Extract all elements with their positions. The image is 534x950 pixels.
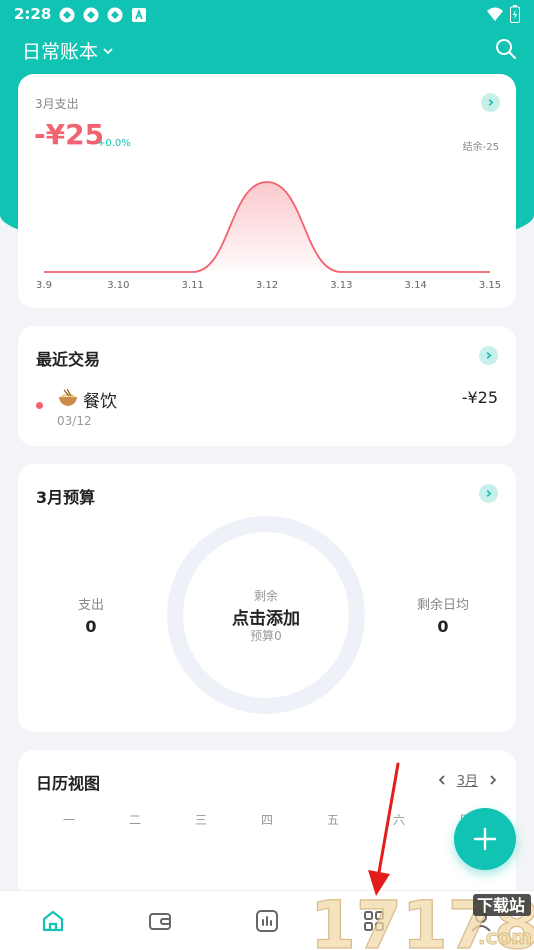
expense-dot bbox=[36, 402, 43, 409]
add-record-button[interactable] bbox=[454, 808, 516, 870]
budget-daily: 剩余日均 0 bbox=[388, 594, 498, 636]
weekday-header: 一 二 三 四 五 六 日 bbox=[36, 811, 516, 828]
app-notification-icon bbox=[59, 7, 75, 23]
wallet-icon bbox=[149, 912, 172, 930]
app-header: 日常账本 bbox=[0, 34, 534, 66]
svg-text:.com: .com bbox=[478, 925, 532, 949]
weekday-label: 二 bbox=[128, 813, 141, 827]
budget-spent-label: 支出 bbox=[77, 598, 104, 613]
weekday-label: 五 bbox=[326, 813, 339, 827]
x-tick-label: 3.9 bbox=[36, 280, 52, 291]
spending-area bbox=[44, 182, 490, 272]
budget-spent-value: 0 bbox=[85, 617, 97, 636]
system-icons bbox=[486, 5, 520, 23]
app-notification-icon bbox=[83, 7, 99, 23]
monthly-budget-card: 3月预算 支出 0 剩余 点击添加 预算0 剩余日均 0 bbox=[18, 464, 516, 732]
budget-remaining-label: 剩余 bbox=[253, 589, 278, 603]
weekday-label: 四 bbox=[260, 813, 273, 827]
x-tick-label: 3.13 bbox=[330, 280, 352, 291]
budget-title: 3月预算 bbox=[36, 488, 96, 507]
svg-text:下载站: 下载站 bbox=[477, 896, 525, 915]
budget-detail-button[interactable] bbox=[479, 484, 498, 503]
chevron-right-icon[interactable] bbox=[488, 774, 498, 786]
x-tick-label: 3.15 bbox=[479, 280, 501, 291]
noodle-bowl-icon bbox=[59, 388, 77, 406]
search-icon[interactable] bbox=[494, 37, 518, 61]
ledger-title: 日常账本 bbox=[22, 41, 99, 63]
calendar-month[interactable]: 3月 bbox=[457, 770, 478, 789]
app-notification-icon bbox=[107, 7, 123, 23]
notification-icons bbox=[58, 6, 148, 24]
x-tick-label: 3.11 bbox=[182, 280, 204, 291]
transaction-category: 餐饮 bbox=[83, 392, 117, 412]
calendar-title: 日历视图 bbox=[36, 774, 101, 793]
a-notification-icon bbox=[132, 8, 146, 22]
battery-icon bbox=[510, 5, 520, 23]
x-tick-label: 3.14 bbox=[405, 280, 427, 291]
budget-spent: 支出 0 bbox=[36, 594, 146, 636]
status-bar: 2:28 bbox=[0, 0, 534, 30]
monthly-spending-card[interactable]: 3月支出 -¥25 +0.0% 结余-25 3.9 3.10 3.11 3.12 3.1… bbox=[18, 74, 516, 308]
annotation-arrow bbox=[368, 762, 400, 896]
plus-icon bbox=[473, 827, 497, 851]
chevron-right-icon bbox=[486, 490, 492, 497]
recent-title: 最近交易 bbox=[36, 350, 101, 369]
x-tick-label: 3.12 bbox=[256, 280, 278, 291]
recent-transactions-card: 最近交易 餐饮 03/12 -¥25 bbox=[18, 326, 516, 446]
transaction-amount: -¥25 bbox=[461, 388, 498, 407]
nav-stats[interactable] bbox=[214, 891, 321, 950]
budget-daily-value: 0 bbox=[437, 617, 449, 636]
status-time: 2:28 bbox=[14, 5, 52, 23]
budget-amount: 预算0 bbox=[250, 629, 282, 643]
chevron-down-icon bbox=[103, 47, 113, 54]
chevron-left-icon[interactable] bbox=[437, 774, 447, 786]
wifi-icon bbox=[487, 7, 503, 21]
recent-more-button[interactable] bbox=[479, 346, 498, 365]
ledger-selector[interactable]: 日常账本 bbox=[22, 37, 114, 64]
calendar-month-nav: 3月 bbox=[437, 770, 498, 789]
home-icon bbox=[43, 910, 64, 931]
weekday-label: 一 bbox=[62, 813, 75, 827]
weekday-label: 三 bbox=[194, 813, 207, 827]
site-watermark-logo: 17178 下载站 .com bbox=[310, 886, 534, 950]
nav-wallet[interactable] bbox=[107, 891, 214, 950]
transaction-date: 03/12 bbox=[57, 414, 92, 428]
budget-daily-label: 剩余日均 bbox=[416, 598, 469, 613]
chart-icon bbox=[255, 909, 278, 932]
nav-home[interactable] bbox=[0, 891, 107, 950]
x-tick-label: 3.10 bbox=[107, 280, 129, 291]
add-budget-button[interactable]: 点击添加 bbox=[167, 604, 365, 629]
chevron-right-icon bbox=[486, 352, 492, 359]
spending-trend-chart: 3.9 3.10 3.11 3.12 3.13 3.14 3.15 bbox=[36, 181, 501, 291]
